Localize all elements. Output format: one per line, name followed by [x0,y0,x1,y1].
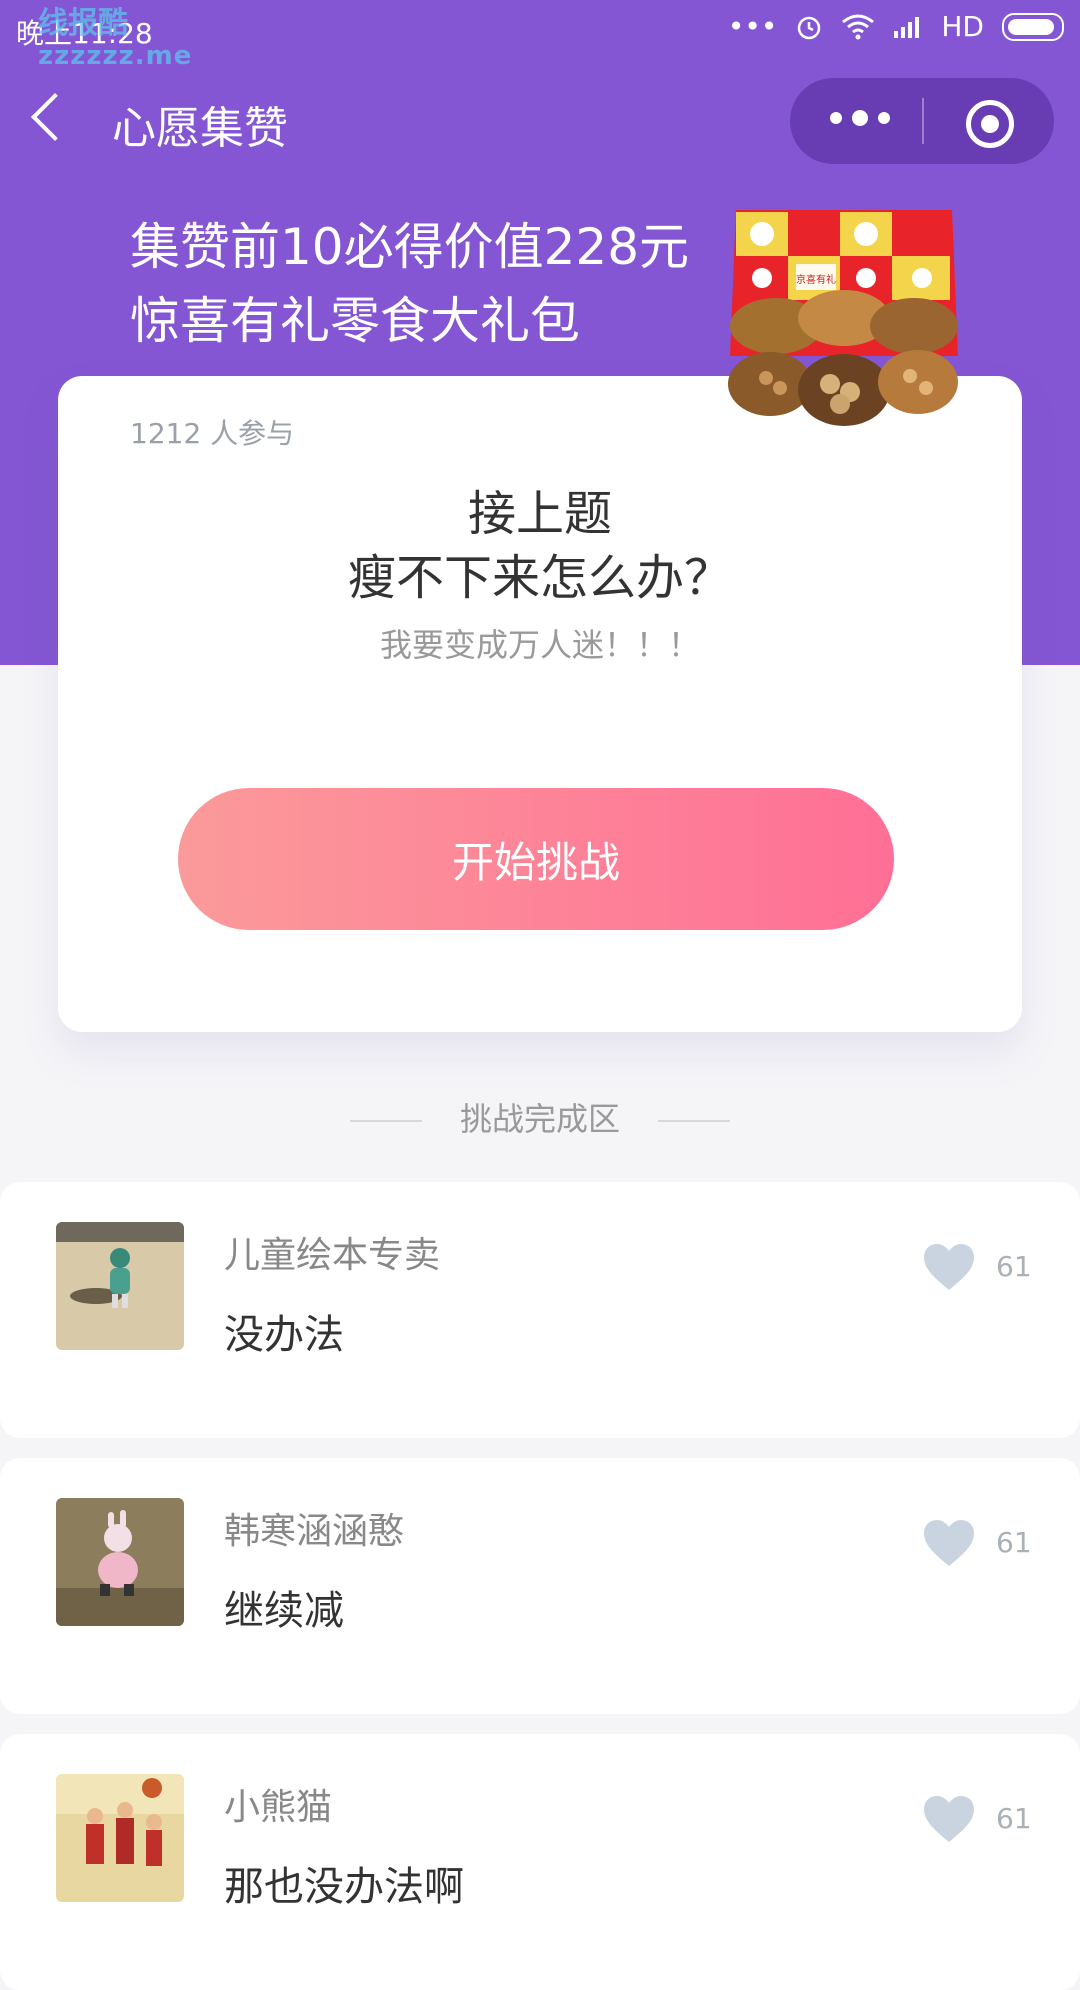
battery-icon [1002,12,1064,41]
wifi-icon [842,14,875,39]
like-count: 61 [996,1250,1032,1283]
entry-answer: 没办法 [224,1312,344,1358]
like-count: 61 [996,1526,1032,1559]
entry-username: 小熊猫 [224,1787,333,1828]
entry-answer: 继续减 [224,1588,344,1634]
avatar [56,1774,184,1902]
entry-username: 儿童绘本专卖 [224,1235,441,1276]
challenge-question: 接上题 瘦不下来怎么办？ [58,482,1022,610]
heart-icon[interactable] [922,1518,976,1568]
question-line-1: 接上题 [467,486,612,542]
heart-icon[interactable] [922,1242,976,1292]
page-title: 心愿集赞 [112,103,288,154]
banner-promo-text: 集赞前10必得价值228元 惊喜有礼零食大礼包 [130,210,689,358]
status-bar: 晚上11:28 线报酷 zzzzzz.me ••• HD [0,0,1080,71]
entry-answer: 那也没办法啊 [224,1864,464,1910]
avatar [56,1498,184,1626]
participant-count: 1212 人参与 [130,417,295,450]
gift-box-label: 京喜有礼 [796,273,836,286]
miniprogram-capsule [790,78,1054,164]
more-menu-icon[interactable] [830,110,890,126]
watermark-line1: 线报酷 [38,6,128,41]
list-item[interactable]: 小熊猫 那也没办法啊 61 [0,1734,1080,1990]
watermark: 线报酷 zzzzzz.me [38,8,192,72]
status-icons: ••• HD [728,10,1064,43]
section-header: 挑战完成区 [0,1094,1080,1140]
signal-icon [894,16,920,38]
close-target-icon[interactable] [966,100,1014,148]
watermark-line2: zzzzzz.me [38,41,193,71]
entry-username: 韩寒涵涵憨 [224,1511,405,1552]
banner-line-2: 惊喜有礼零食大礼包 [130,292,580,350]
start-challenge-button[interactable]: 开始挑战 [178,788,894,930]
alarm-icon [798,16,821,39]
network-type: HD [941,10,984,43]
question-subtext: 我要变成万人迷！！！ [379,626,700,664]
section-divider-left [349,1120,422,1122]
list-item[interactable]: 韩寒涵涵憨 继续减 61 [0,1458,1080,1714]
list-item[interactable]: 儿童绘本专卖 没办法 61 [0,1182,1080,1438]
avatar [56,1222,184,1350]
challenge-card: 1212 人参与 接上题 瘦不下来怎么办？ 我要变成万人迷！！！ 开始挑战 [58,376,1022,1032]
capsule-divider [922,98,924,144]
section-title: 挑战完成区 [459,1100,620,1138]
heart-icon[interactable] [922,1794,976,1844]
like-count: 61 [996,1802,1032,1835]
snack-gift-box-image: 京喜有礼 [728,210,958,426]
section-divider-right [658,1120,731,1122]
question-line-2: 瘦不下来怎么办？ [347,550,732,606]
banner-line-1: 集赞前10必得价值228元 [130,218,690,276]
more-dots-icon: ••• [727,10,778,43]
